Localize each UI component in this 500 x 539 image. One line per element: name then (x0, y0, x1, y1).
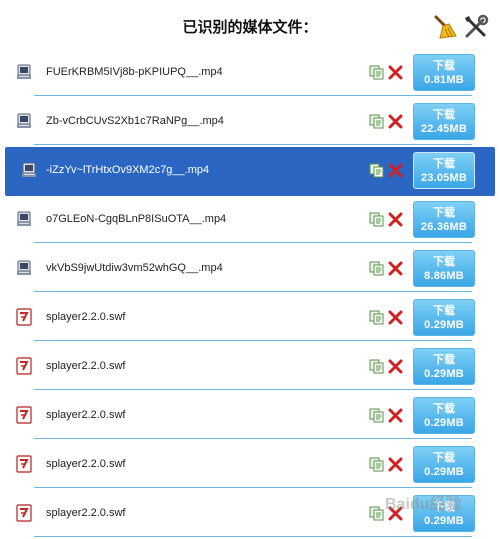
file-name: Zb-vCrbCUvS2Xb1c7RaNPg__.mp4 (46, 115, 224, 127)
file-name: splayer2.2.0.swf (46, 458, 126, 470)
file-row[interactable]: splayer2.2.0.swf 下载 0.29MB (0, 392, 500, 441)
file-name: splayer2.2.0.swf (46, 360, 126, 372)
file-row[interactable]: splayer2.2.0.swf 下载 0.29MB (0, 294, 500, 343)
file-size: 0.29MB (424, 319, 464, 331)
download-label: 下载 (433, 451, 455, 464)
file-row[interactable]: splayer2.2.0.swf 下载 0.29MB (0, 441, 500, 490)
download-button[interactable]: 下载 26.36MB (413, 201, 475, 238)
download-button[interactable]: 下载 0.29MB (413, 299, 475, 336)
delete-icon[interactable] (388, 408, 403, 423)
file-size: 0.29MB (424, 466, 464, 478)
file-size: 0.29MB (424, 368, 464, 380)
row-divider (34, 536, 472, 537)
delete-icon[interactable] (388, 310, 403, 325)
row-divider (34, 438, 472, 439)
flash-file-icon (15, 455, 33, 473)
download-button[interactable]: 下载 0.81MB (413, 54, 475, 91)
file-size: 23.05MB (420, 172, 468, 184)
copy-link-icon[interactable] (369, 310, 384, 325)
row-divider (34, 487, 472, 488)
download-button[interactable]: 下载 0.29MB (413, 397, 475, 434)
video-file-icon (20, 161, 38, 179)
file-size: 22.45MB (420, 123, 468, 135)
row-divider (34, 389, 472, 390)
download-label: 下载 (433, 206, 455, 219)
file-size: 8.86MB (424, 270, 464, 282)
flash-file-icon (15, 308, 33, 326)
video-file-icon (15, 259, 33, 277)
delete-icon[interactable] (388, 457, 403, 472)
file-name: vkVbS9jwUtdiw3vm52whGQ__.mp4 (46, 262, 223, 274)
delete-icon[interactable] (388, 261, 403, 276)
video-file-icon (15, 112, 33, 130)
flash-file-icon (15, 406, 33, 424)
file-name: splayer2.2.0.swf (46, 507, 126, 519)
copy-link-icon[interactable] (369, 506, 384, 521)
copy-link-icon[interactable] (369, 457, 384, 472)
row-divider (34, 242, 472, 243)
delete-icon[interactable] (388, 359, 403, 374)
media-file-list: FUErKRBM5IVj8b-pKPIUPQ__.mp4 下载 0.81MB Zb-v… (0, 49, 500, 539)
copy-link-icon[interactable] (369, 114, 384, 129)
flash-file-icon (15, 357, 33, 375)
download-label: 下载 (433, 402, 455, 415)
row-divider (34, 291, 472, 292)
file-row[interactable]: -iZzYv~lTrHtxOv9XM2c7g__.mp4 下载 23.05MB (5, 147, 495, 196)
broom-icon[interactable] (432, 14, 458, 40)
row-divider (34, 340, 472, 341)
header: 已识别的媒体文件： (0, 0, 500, 50)
download-button[interactable]: 下载 8.86MB (413, 250, 475, 287)
file-name: FUErKRBM5IVj8b-pKPIUPQ__.mp4 (46, 66, 223, 78)
delete-icon[interactable] (388, 212, 403, 227)
file-name: o7GLEoN-CgqBLnP8ISuOTA__.mp4 (46, 213, 227, 225)
file-name: -iZzYv~lTrHtxOv9XM2c7g__.mp4 (46, 164, 210, 176)
download-label: 下载 (433, 304, 455, 317)
copy-link-icon[interactable] (369, 408, 384, 423)
file-row[interactable]: Zb-vCrbCUvS2Xb1c7RaNPg__.mp4 下载 22.45MB (0, 98, 500, 147)
delete-icon[interactable] (388, 163, 403, 178)
copy-link-icon[interactable] (369, 65, 384, 80)
download-label: 下载 (433, 500, 455, 513)
download-label: 下载 (433, 108, 455, 121)
row-divider (34, 95, 472, 96)
delete-icon[interactable] (388, 506, 403, 521)
file-name: splayer2.2.0.swf (46, 311, 126, 323)
copy-link-icon[interactable] (369, 359, 384, 374)
download-label: 下载 (433, 59, 455, 72)
copy-link-icon[interactable] (369, 212, 384, 227)
download-button[interactable]: 下载 0.29MB (413, 495, 475, 532)
file-name: splayer2.2.0.swf (46, 409, 126, 421)
download-button[interactable]: 下载 23.05MB (413, 152, 475, 189)
flash-file-icon (15, 504, 33, 522)
file-row[interactable]: FUErKRBM5IVj8b-pKPIUPQ__.mp4 下载 0.81MB (0, 49, 500, 98)
copy-link-icon[interactable] (369, 261, 384, 276)
video-file-icon (15, 63, 33, 81)
download-label: 下载 (433, 353, 455, 366)
download-button[interactable]: 下载 22.45MB (413, 103, 475, 140)
delete-icon[interactable] (388, 114, 403, 129)
download-label: 下载 (433, 255, 455, 268)
delete-icon[interactable] (388, 65, 403, 80)
download-button[interactable]: 下载 0.29MB (413, 348, 475, 385)
page-title: 已识别的媒体文件： (182, 18, 318, 36)
file-size: 0.29MB (424, 417, 464, 429)
file-size: 0.81MB (424, 74, 464, 86)
file-size: 0.29MB (424, 515, 464, 527)
video-file-icon (15, 210, 33, 228)
file-row[interactable]: splayer2.2.0.swf 下载 0.29MB (0, 343, 500, 392)
file-row[interactable]: splayer2.2.0.swf 下载 0.29MB (0, 490, 500, 539)
file-row[interactable]: vkVbS9jwUtdiw3vm52whGQ__.mp4 下载 8.86MB (0, 245, 500, 294)
file-size: 26.36MB (420, 221, 468, 233)
row-divider (34, 144, 472, 145)
download-label: 下载 (433, 157, 455, 170)
file-row[interactable]: o7GLEoN-CgqBLnP8ISuOTA__.mp4 下载 26.36MB (0, 196, 500, 245)
copy-link-icon[interactable] (369, 163, 384, 178)
download-button[interactable]: 下载 0.29MB (413, 446, 475, 483)
tools-icon[interactable] (463, 14, 489, 40)
